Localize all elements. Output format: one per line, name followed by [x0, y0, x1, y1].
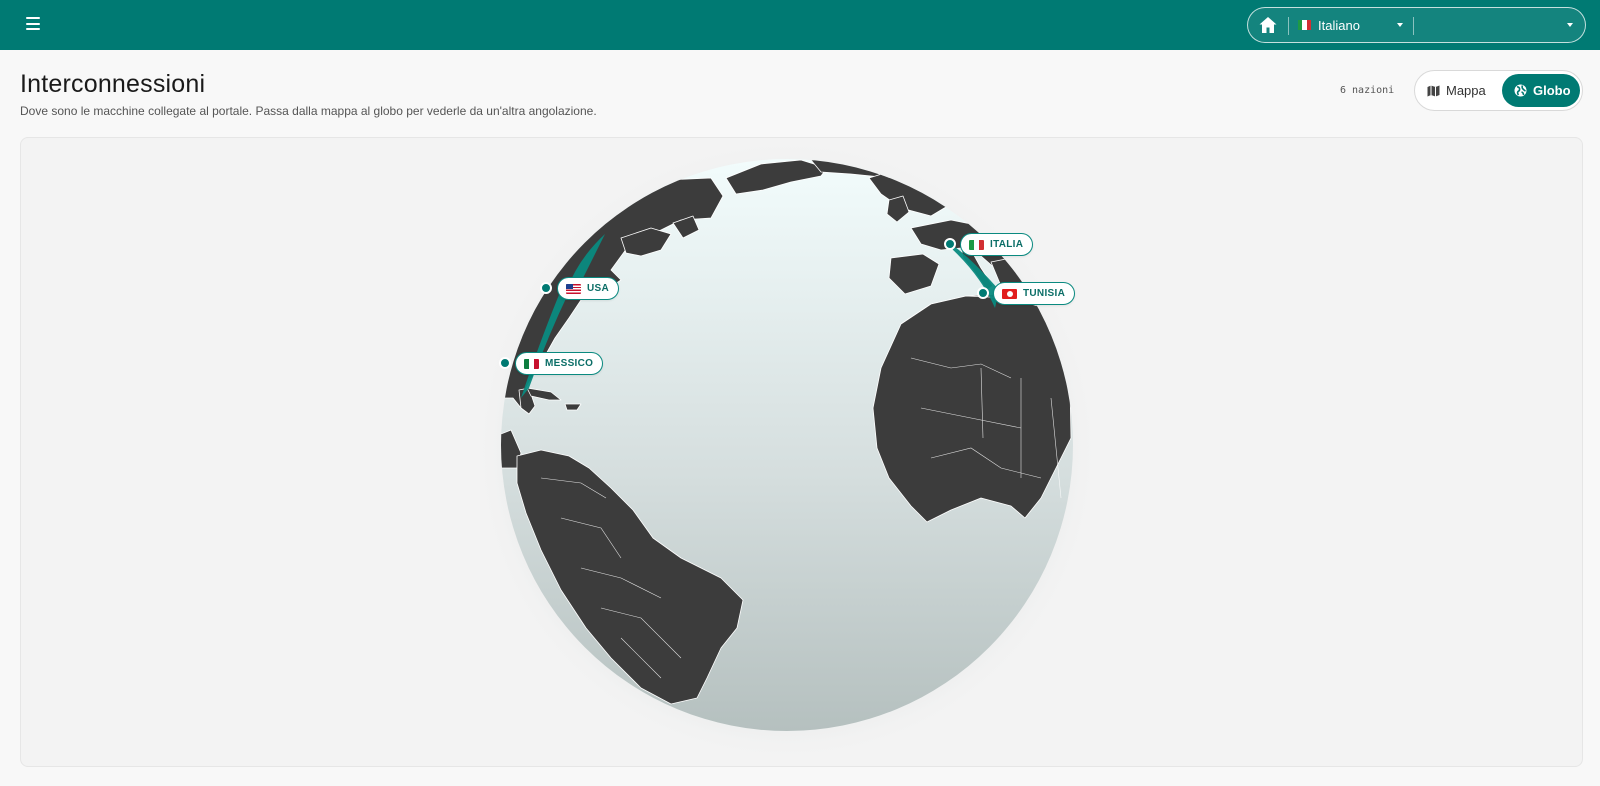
tunisia-flag-icon [1002, 288, 1017, 299]
home-icon[interactable] [1258, 15, 1278, 35]
italy-flag-icon [969, 239, 984, 250]
globe-icon [1514, 84, 1527, 97]
page-title: Interconnessioni [20, 70, 206, 98]
globe-panel: ITALIA TUNISIA USA MESSICO [20, 137, 1583, 767]
map-view-label: Mappa [1446, 83, 1486, 98]
marker-dot-messico[interactable] [499, 357, 511, 369]
globe-view-button[interactable]: Globo [1502, 74, 1580, 107]
mexico-flag-icon [524, 358, 539, 369]
language-label: Italiano [1318, 18, 1360, 33]
marker-label-usa[interactable]: USA [557, 277, 620, 300]
map-view-button[interactable]: Mappa [1427, 74, 1499, 107]
top-controls: Italiano [1247, 7, 1586, 43]
marker-dot-usa[interactable] [540, 282, 552, 294]
italy-flag-icon [1298, 20, 1311, 30]
menu-icon[interactable] [26, 15, 44, 33]
nations-count: 6 nazioni [1340, 85, 1395, 96]
language-select[interactable]: Italiano [1294, 8, 1404, 42]
view-toggle: Mappa Globo [1414, 70, 1583, 111]
top-bar: Italiano [0, 0, 1600, 50]
secondary-select[interactable] [1418, 8, 1584, 42]
page-subtitle: Dove sono le macchine collegate al porta… [20, 104, 597, 118]
map-icon [1427, 85, 1440, 96]
usa-flag-icon [566, 283, 581, 294]
marker-label-tunisia[interactable]: TUNISIA [993, 282, 1076, 305]
marker-label-messico[interactable]: MESSICO [515, 352, 604, 375]
marker-dot-italia[interactable] [944, 238, 956, 250]
globe-view-label: Globo [1533, 83, 1571, 98]
land-africa-west [872, 295, 1072, 523]
globe-graphic[interactable] [21, 138, 1583, 767]
marker-label-italia[interactable]: ITALIA [960, 233, 1034, 256]
chevron-down-icon [1567, 23, 1573, 27]
marker-dot-tunisia[interactable] [977, 287, 989, 299]
chevron-down-icon [1397, 23, 1403, 27]
